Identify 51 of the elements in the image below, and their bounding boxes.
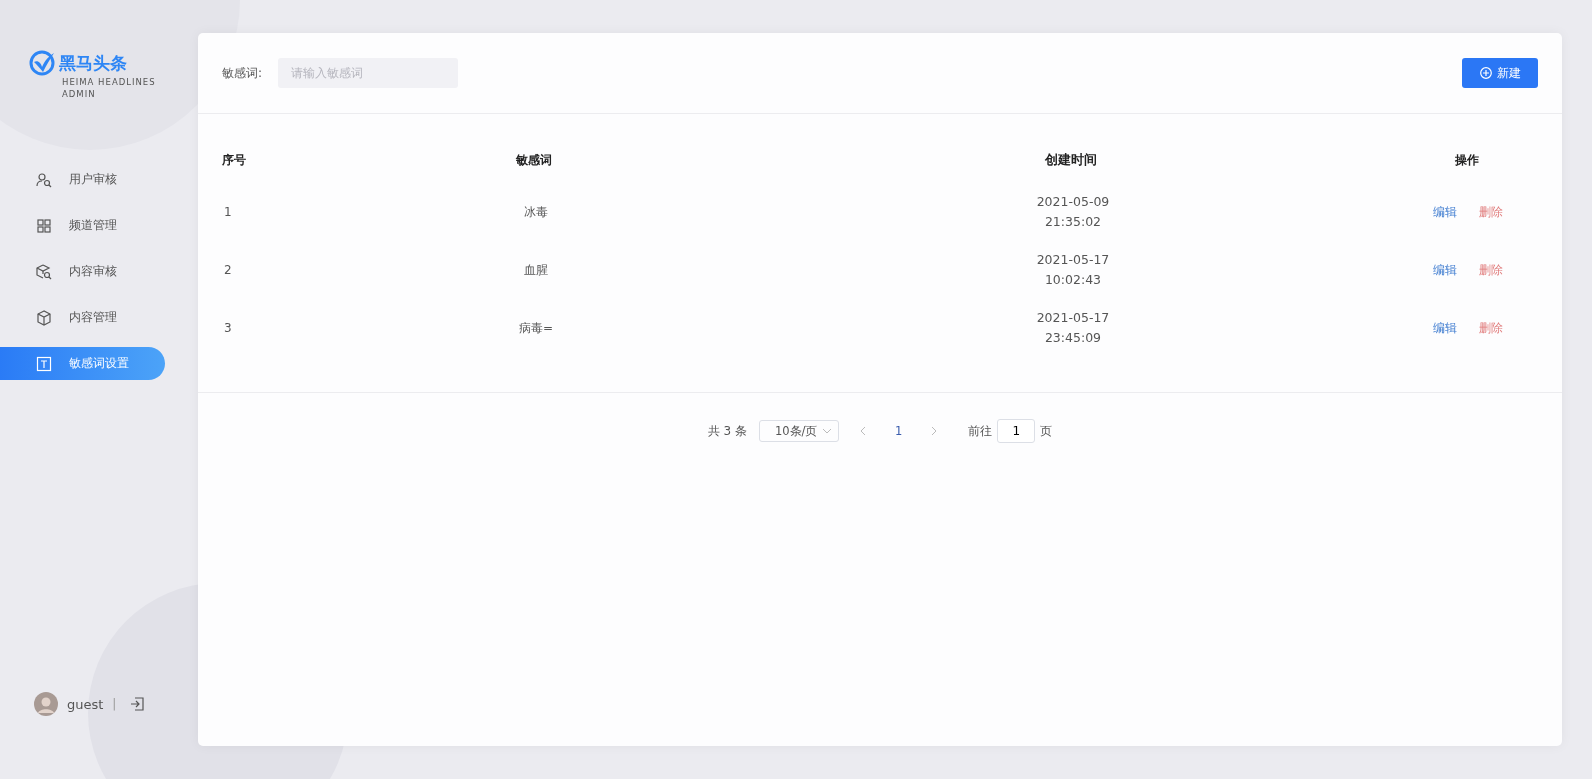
text-icon [36, 355, 52, 372]
sidebar-item[interactable]: 敏感词设置 [0, 347, 165, 380]
date-text: 2021-05-17 [1036, 251, 1110, 269]
time-text: 21:35:02 [1044, 213, 1102, 231]
date-text: 2021-05-17 [1036, 309, 1110, 327]
logo-icon [29, 50, 55, 76]
brand-subtitle: HEIMA HEADLINES ADMIN [62, 76, 157, 100]
grid-icon [36, 217, 52, 234]
total-count: 共 3 条 [707, 422, 747, 440]
new-button[interactable]: 新建 [1462, 58, 1538, 88]
sidebar-item[interactable]: 内容审核 [0, 255, 165, 288]
logout-icon[interactable] [129, 696, 146, 712]
cube-icon [36, 309, 52, 326]
table-cell-text: 3 [223, 320, 233, 337]
chevron-down-icon [821, 428, 832, 434]
time-text: 10:02:43 [1044, 271, 1102, 289]
sidebar-item[interactable]: 频道管理 [0, 209, 165, 242]
page-size-select[interactable]: 10条/页 [758, 420, 839, 442]
edit-link[interactable]: 编辑 [1433, 202, 1457, 222]
previous-page-icon[interactable] [858, 426, 867, 436]
user-search-icon [36, 171, 52, 188]
goto-label: 前往 [968, 422, 993, 440]
filter-label: 敏感词: [222, 64, 263, 82]
date-text: 2021-05-09 [1036, 193, 1110, 211]
next-page-icon[interactable] [930, 426, 939, 436]
table-cell-text: 2 [223, 262, 233, 279]
edit-link[interactable]: 编辑 [1433, 318, 1457, 338]
page-input[interactable]: 1 [997, 419, 1036, 443]
sidebar-item[interactable]: 内容管理 [0, 301, 165, 334]
table-cell-text: 病毒= [517, 320, 555, 337]
table-cell-text: 血腥 [523, 262, 549, 279]
cube-search-icon [36, 263, 52, 280]
column-header: 操作 [1454, 152, 1480, 169]
brand-name: 黑马头条 [59, 51, 127, 75]
sidebar-item[interactable]: 用户审核 [0, 163, 165, 196]
user-name: guest [67, 696, 104, 712]
column-header: 敏感词 [515, 152, 553, 169]
page-suffix: 页 [1040, 422, 1053, 440]
column-header: 序号 [222, 152, 247, 169]
page-number[interactable]: 1 [886, 424, 911, 438]
delete-link[interactable]: 删除 [1479, 260, 1503, 280]
delete-link[interactable]: 删除 [1479, 202, 1503, 222]
time-text: 23:45:09 [1044, 329, 1102, 347]
separator: | [112, 697, 117, 711]
table-cell-text: 冰毒 [523, 204, 549, 221]
delete-link[interactable]: 删除 [1479, 318, 1503, 338]
plus-circle-icon [1479, 67, 1492, 79]
edit-link[interactable]: 编辑 [1433, 260, 1457, 280]
avatar [34, 692, 58, 716]
column-header: 创建时间 [1044, 151, 1098, 169]
table-cell-text: 1 [223, 204, 233, 221]
